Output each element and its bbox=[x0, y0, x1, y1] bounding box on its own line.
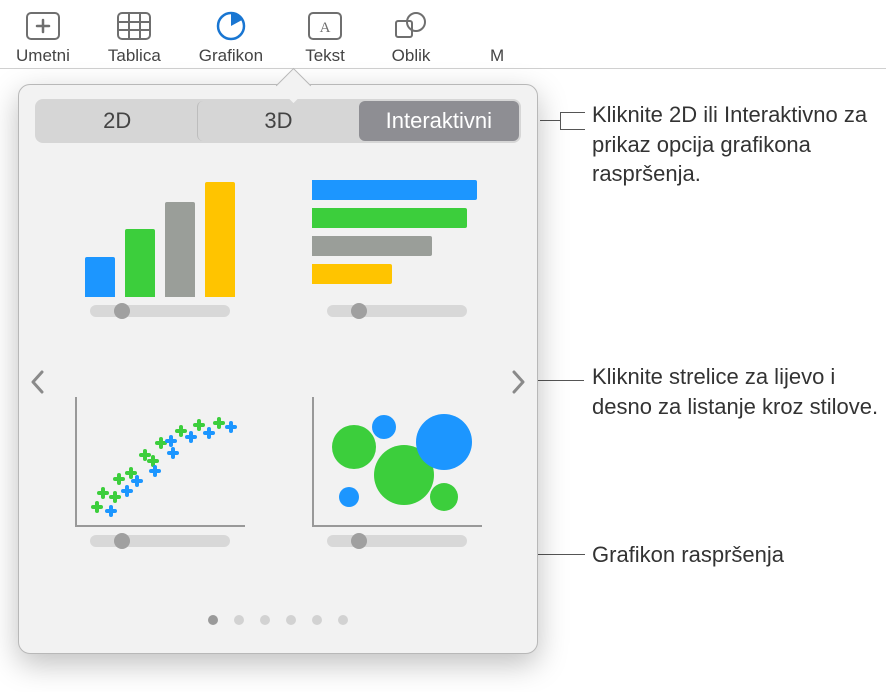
style-slider[interactable] bbox=[327, 305, 467, 317]
callout-connector bbox=[540, 120, 560, 121]
scatter-chart-icon bbox=[70, 397, 250, 527]
tool-more[interactable]: M bbox=[473, 8, 521, 66]
toolbar: Umetni Tablica Grafikon A Tekst Oblik M bbox=[0, 0, 886, 69]
page-dot[interactable] bbox=[312, 615, 322, 625]
callout-arrows: Kliknite strelice za lijevo i desno za l… bbox=[592, 362, 882, 421]
tab-3d[interactable]: 3D bbox=[197, 101, 358, 141]
chart-option-bubble[interactable] bbox=[298, 397, 495, 597]
callout-connector bbox=[560, 112, 561, 129]
tool-label: M bbox=[490, 46, 504, 66]
style-slider[interactable] bbox=[90, 535, 230, 547]
style-slider[interactable] bbox=[90, 305, 230, 317]
chart-option-scatter[interactable] bbox=[61, 397, 258, 597]
callout-tabs: Kliknite 2D ili Interaktivno za prikaz o… bbox=[592, 100, 882, 189]
pie-chart-icon bbox=[207, 8, 255, 44]
chart-option-bar[interactable] bbox=[298, 167, 495, 367]
page-dot[interactable] bbox=[260, 615, 270, 625]
page-dot[interactable] bbox=[286, 615, 296, 625]
blank-icon bbox=[473, 8, 521, 44]
style-slider[interactable] bbox=[327, 535, 467, 547]
tool-table[interactable]: Tablica bbox=[108, 8, 161, 66]
prev-style-button[interactable] bbox=[27, 367, 47, 397]
tool-label: Grafikon bbox=[199, 46, 263, 66]
tool-text[interactable]: A Tekst bbox=[301, 8, 349, 66]
chart-option-column[interactable] bbox=[61, 167, 258, 367]
tool-shape[interactable]: Oblik bbox=[387, 8, 435, 66]
shapes-icon bbox=[387, 8, 435, 44]
plus-box-icon bbox=[19, 8, 67, 44]
page-dot[interactable] bbox=[338, 615, 348, 625]
tool-label: Tekst bbox=[305, 46, 345, 66]
tool-label: Oblik bbox=[392, 46, 431, 66]
tool-insert[interactable]: Umetni bbox=[16, 8, 70, 66]
tool-chart[interactable]: Grafikon bbox=[199, 8, 263, 66]
chart-picker-popover: 2D 3D Interaktivni bbox=[18, 84, 538, 654]
tab-2d[interactable]: 2D bbox=[37, 101, 197, 141]
bar-chart-icon bbox=[307, 167, 487, 297]
tool-label: Tablica bbox=[108, 46, 161, 66]
tab-interactive[interactable]: Interaktivni bbox=[359, 101, 519, 141]
callout-connector bbox=[536, 380, 584, 381]
table-icon bbox=[110, 8, 158, 44]
callout-scatter: Grafikon raspršenja bbox=[592, 540, 784, 570]
callout-connector bbox=[560, 112, 585, 113]
chevron-right-icon bbox=[512, 370, 526, 394]
chevron-left-icon bbox=[30, 370, 44, 394]
tool-label: Umetni bbox=[16, 46, 70, 66]
callout-connector bbox=[560, 129, 585, 130]
page-dot[interactable] bbox=[234, 615, 244, 625]
bubble-chart-icon bbox=[307, 397, 487, 527]
text-box-icon: A bbox=[301, 8, 349, 44]
next-style-button[interactable] bbox=[509, 367, 529, 397]
page-dots bbox=[35, 615, 521, 625]
chart-type-tabs: 2D 3D Interaktivni bbox=[35, 99, 521, 143]
svg-text:A: A bbox=[320, 20, 331, 36]
column-chart-icon bbox=[70, 167, 250, 297]
page-dot[interactable] bbox=[208, 615, 218, 625]
